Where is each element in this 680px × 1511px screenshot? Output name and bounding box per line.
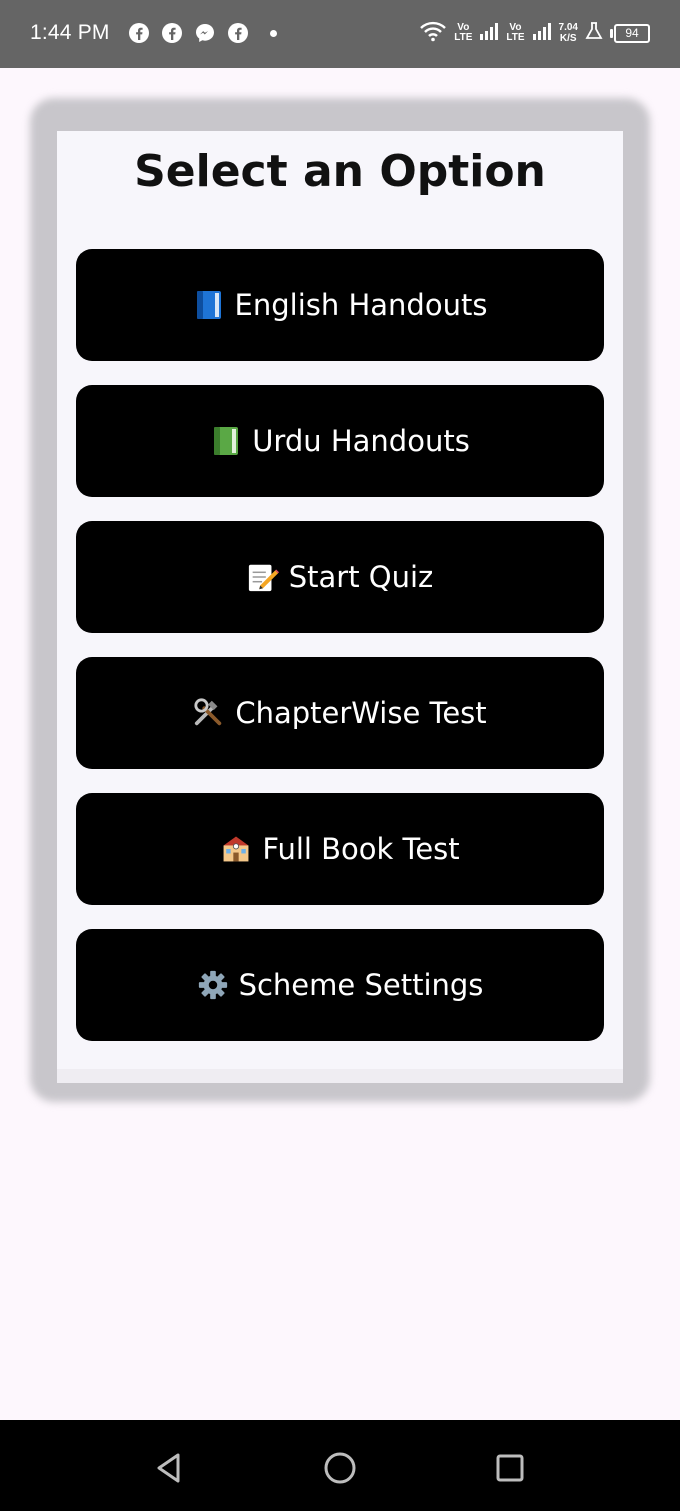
wifi-icon <box>419 20 447 46</box>
option-label: Scheme Settings <box>238 968 484 1002</box>
blue-book-icon <box>193 289 225 321</box>
option-label: Start Quiz <box>288 560 434 594</box>
option-label: English Handouts <box>234 288 488 322</box>
network-speed: 7.04 K/S <box>558 22 578 44</box>
scheme-settings-button[interactable]: Scheme Settings <box>76 929 604 1041</box>
memo-pencil-icon <box>247 561 279 593</box>
urdu-handouts-button[interactable]: Urdu Handouts <box>76 385 604 497</box>
option-label: ChapterWise Test <box>235 696 487 730</box>
green-book-icon <box>210 425 242 457</box>
card-bottom-strip <box>57 1069 623 1083</box>
navigation-bar <box>0 1420 680 1511</box>
recents-square-icon <box>496 1454 524 1482</box>
start-quiz-button[interactable]: Start Quiz <box>76 521 604 633</box>
facebook-icon <box>227 22 249 44</box>
gear-icon <box>197 969 229 1001</box>
notification-icons <box>128 22 277 44</box>
flask-icon <box>585 21 603 45</box>
home-circle-icon <box>324 1452 356 1484</box>
page-title: Select an Option <box>134 146 546 197</box>
battery-level: 94 <box>614 23 650 43</box>
home-button[interactable] <box>320 1448 360 1488</box>
messenger-icon <box>194 22 216 44</box>
facebook-icon <box>128 22 150 44</box>
option-label: Urdu Handouts <box>252 424 470 458</box>
battery-icon: 94 <box>610 23 650 43</box>
signal-icon-2 <box>532 21 552 45</box>
status-indicators: Vo LTE Vo LTE 7.04 K/S 94 <box>419 20 650 46</box>
facebook-icon <box>161 22 183 44</box>
school-icon <box>220 833 252 865</box>
english-handouts-button[interactable]: English Handouts <box>76 249 604 361</box>
status-bar: 1:44 PM Vo LTE Vo LTE 7.04 K/S 94 <box>0 0 680 68</box>
full-book-test-button[interactable]: Full Book Test <box>76 793 604 905</box>
volte-indicator-1: Vo LTE <box>454 22 473 43</box>
volte-indicator-2: Vo LTE <box>506 22 525 43</box>
signal-icon-1 <box>479 21 499 45</box>
option-label: Full Book Test <box>262 832 460 866</box>
back-triangle-icon <box>157 1453 180 1483</box>
more-notifications-dot <box>270 29 277 37</box>
back-button[interactable] <box>148 1448 188 1488</box>
recents-button[interactable] <box>490 1448 530 1488</box>
status-time: 1:44 PM <box>30 21 110 44</box>
chapterwise-test-button[interactable]: ChapterWise Test <box>76 657 604 769</box>
hammer-wrench-icon <box>193 697 225 729</box>
